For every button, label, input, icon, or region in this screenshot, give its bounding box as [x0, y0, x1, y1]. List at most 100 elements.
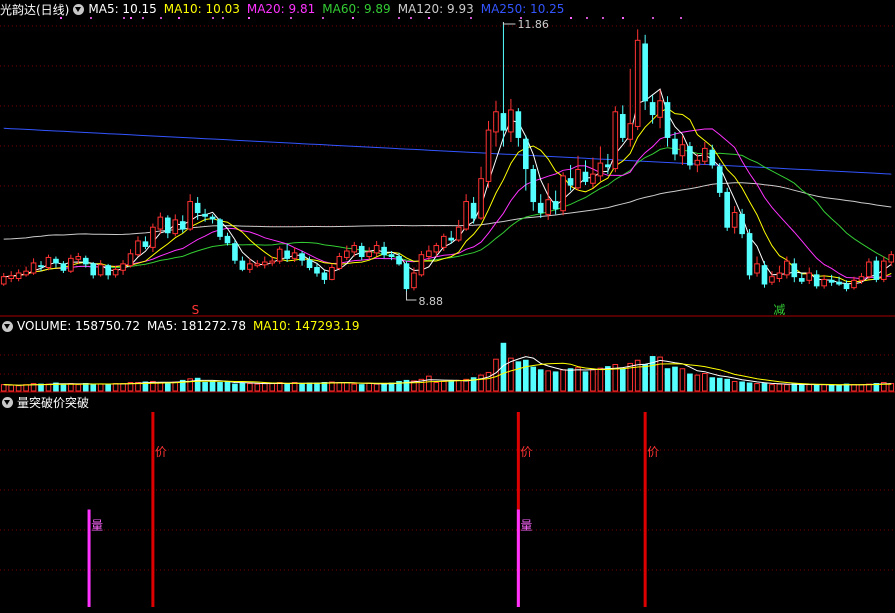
candle-body[interactable]: [261, 261, 268, 266]
volume-bar[interactable]: [202, 382, 208, 392]
volume-bar[interactable]: [112, 383, 119, 392]
volume-bar[interactable]: [560, 369, 566, 392]
candle-body[interactable]: [634, 39, 641, 127]
candle-body[interactable]: [500, 113, 507, 131]
candle-body[interactable]: [448, 237, 455, 241]
volume-bar[interactable]: [724, 378, 730, 392]
candle-body[interactable]: [679, 144, 686, 157]
volume-bar[interactable]: [366, 382, 372, 392]
volume-bar[interactable]: [784, 384, 790, 392]
candle-body[interactable]: [276, 248, 283, 262]
volume-bar[interactable]: [82, 383, 89, 392]
candle-body[interactable]: [672, 138, 678, 155]
candle-body[interactable]: [38, 265, 44, 268]
volume-bar[interactable]: [545, 370, 551, 392]
event-marker[interactable]: 减: [773, 303, 785, 317]
candle-body[interactable]: [112, 268, 119, 276]
volume-bar[interactable]: [247, 383, 253, 392]
signal-bars[interactable]: 价 价 价量 量: [87, 412, 660, 607]
volume-bar[interactable]: [605, 366, 611, 392]
candle-body[interactable]: [60, 263, 67, 271]
candle-body[interactable]: [8, 275, 14, 280]
volume-bar[interactable]: [828, 384, 835, 392]
candle-body[interactable]: [664, 102, 671, 138]
candle-body[interactable]: [127, 253, 134, 267]
volume-bar[interactable]: [642, 364, 648, 392]
volume-bar[interactable]: [813, 384, 820, 392]
volume-bar[interactable]: [15, 385, 22, 392]
volume-bar[interactable]: [172, 381, 179, 392]
volume-bar[interactable]: [120, 383, 126, 392]
candle-body[interactable]: [791, 263, 798, 278]
volume-bar[interactable]: [836, 384, 842, 392]
candle-body[interactable]: [627, 123, 634, 140]
volume-bar[interactable]: [485, 371, 492, 392]
candle-body[interactable]: [523, 138, 529, 170]
volume-bar[interactable]: [239, 382, 246, 392]
volume-bar[interactable]: [433, 382, 440, 392]
candle-body[interactable]: [881, 260, 887, 280]
volume-bar[interactable]: [806, 384, 813, 392]
candle-body[interactable]: [396, 256, 402, 265]
candle-body[interactable]: [463, 201, 469, 230]
volume-bar[interactable]: [0, 384, 7, 392]
candle-body[interactable]: [888, 254, 895, 263]
volume-bar[interactable]: [90, 383, 97, 392]
candle-body[interactable]: [179, 221, 186, 230]
candle-body[interactable]: [440, 235, 447, 248]
candle-body[interactable]: [567, 178, 574, 186]
volume-bar[interactable]: [702, 373, 708, 392]
volume-bar[interactable]: [672, 366, 678, 392]
volume-bar[interactable]: [552, 371, 559, 392]
volume-bar[interactable]: [217, 382, 223, 392]
candle-body[interactable]: [455, 226, 462, 241]
candle-body[interactable]: [165, 217, 171, 234]
candle-body[interactable]: [605, 164, 611, 168]
volume-bar[interactable]: [664, 368, 671, 392]
volume-bar[interactable]: [97, 383, 104, 392]
volume-bar[interactable]: [746, 382, 753, 392]
volume-bar[interactable]: [709, 377, 716, 392]
candle-body[interactable]: [329, 267, 335, 280]
volume-bar[interactable]: [582, 371, 589, 392]
volume-bar[interactable]: [590, 369, 596, 392]
volume-bar[interactable]: [776, 383, 783, 392]
candle-body[interactable]: [739, 213, 745, 235]
candle-body[interactable]: [761, 265, 768, 285]
volume-bar[interactable]: [769, 384, 775, 392]
candle-body[interactable]: [418, 254, 425, 276]
price-break-bar[interactable]: [151, 412, 155, 607]
signal-title[interactable]: 量突破价突破: [17, 394, 89, 411]
candle-body[interactable]: [142, 241, 149, 247]
candle-body[interactable]: [873, 260, 880, 280]
candle-body[interactable]: [269, 260, 276, 264]
candle-body[interactable]: [694, 159, 701, 166]
candle-body[interactable]: [552, 201, 559, 210]
candle-body[interactable]: [291, 252, 298, 259]
candle-body[interactable]: [321, 272, 328, 280]
candle-body[interactable]: [68, 257, 74, 272]
candle-body[interactable]: [545, 199, 551, 215]
candle-body[interactable]: [75, 256, 82, 260]
volume-bar[interactable]: [567, 368, 574, 392]
volume-bar[interactable]: [165, 382, 171, 392]
volume-bar[interactable]: [358, 384, 365, 392]
chevron-down-icon[interactable]: [2, 396, 13, 408]
candle-body[interactable]: [530, 168, 537, 203]
candle-body[interactable]: [45, 256, 52, 269]
volume-bar[interactable]: [508, 357, 514, 392]
volume-bar[interactable]: [761, 383, 768, 392]
volume-bar[interactable]: [224, 380, 231, 392]
candle-body[interactable]: [590, 173, 596, 184]
candle-body[interactable]: [247, 263, 253, 270]
candle-body[interactable]: [798, 278, 805, 282]
stock-name[interactable]: 光韵达(日线): [0, 1, 69, 18]
candle-body[interactable]: [23, 270, 29, 276]
volume-bar[interactable]: [858, 384, 865, 392]
volume-bar[interactable]: [798, 384, 805, 392]
candle-body[interactable]: [217, 219, 223, 237]
candle-body[interactable]: [284, 250, 290, 259]
candle-body[interactable]: [381, 246, 387, 256]
candle-body[interactable]: [597, 162, 604, 177]
candle-body[interactable]: [433, 245, 440, 253]
